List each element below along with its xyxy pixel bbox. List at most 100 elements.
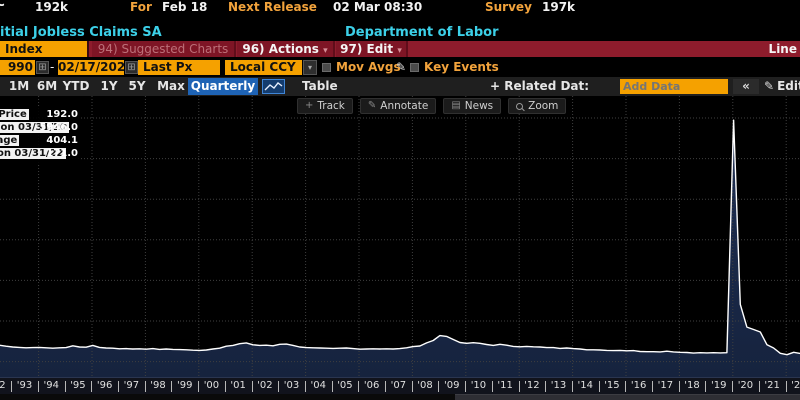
legend-value: 404.1 [46, 135, 78, 147]
period-tab-bar: 1M6MYTD1Y5YMax Quarterly ▼ Table + Relat… [0, 77, 800, 96]
period-button-max[interactable]: Max [152, 77, 190, 96]
key-events-checkbox[interactable] [410, 63, 419, 72]
legend-row: Low on 03/31/22171.0 [0, 148, 79, 160]
period-button-ytd[interactable]: YTD [58, 77, 94, 96]
scrollbar-thumb[interactable] [455, 394, 800, 400]
edit-button[interactable]: 97) Edit ▾ [336, 41, 408, 57]
magnifier-icon [516, 103, 523, 110]
x-axis-year-label: '02 [252, 378, 279, 394]
legend-label-chip[interactable]: Last Price [0, 109, 29, 120]
table-button[interactable]: Table [302, 77, 338, 96]
collapse-panel-button[interactable]: « [733, 79, 759, 94]
x-axis-year-label: '00 [198, 378, 225, 394]
key-events-label[interactable]: Key Events [424, 60, 499, 75]
for-date: Feb 18 [162, 0, 207, 14]
x-axis-year-label: '19 [705, 378, 732, 394]
survey-value: 197k [542, 0, 575, 14]
period-button-5y[interactable]: 5Y [122, 77, 152, 96]
jobless-claims-area-chart[interactable] [0, 96, 800, 377]
crosshair-icon: + [305, 99, 313, 113]
index-button[interactable]: Index [0, 41, 89, 57]
date-to-field[interactable]: 02/17/2023 [58, 60, 124, 75]
x-axis-year-label: '05 [332, 378, 359, 394]
period-button-1m[interactable]: 1M [4, 77, 34, 96]
x-axis-year-label: '18 [679, 378, 706, 394]
x-axis-year-label: '12 [519, 378, 546, 394]
legend-row: Average 404.1 [0, 135, 79, 147]
legend-row: High on 03/31/205946.0 [0, 122, 79, 134]
x-axis-year-label: '21 [759, 378, 786, 394]
legend-value: 192.0 [46, 109, 78, 121]
x-axis-year-label: '20 [732, 378, 759, 394]
date-range-separator: - [50, 60, 54, 74]
x-axis-year-label: '10 [465, 378, 492, 394]
x-axis-year-label: '92 [0, 378, 11, 394]
mov-avgs-checkbox[interactable] [322, 63, 331, 72]
related-data-label[interactable]: + Related Dat: [490, 77, 589, 96]
zoom-button[interactable]: Zoom [508, 98, 566, 114]
menu-bar: Index 94) Suggested Charts 96) Actions ▾… [0, 41, 800, 57]
x-axis-year-label: '11 [492, 378, 519, 394]
frequency-select[interactable]: Quarterly ▼ [188, 78, 258, 95]
x-axis-year-label: '08 [412, 378, 439, 394]
chart-toolbar: +Track ✎Annotate ▤News Zoom [297, 98, 566, 114]
x-axis-year-label: '07 [385, 378, 412, 394]
mov-avgs-label[interactable]: Mov Avgs [336, 60, 401, 75]
x-axis-year-label: '95 [65, 378, 92, 394]
legend-value: 171.0 [46, 148, 78, 160]
price-field-select[interactable]: Last Px [138, 60, 220, 75]
x-axis-year-label: '96 [91, 378, 118, 394]
security-name: itial Jobless Claims SA [0, 25, 162, 40]
x-axis-year-label: '09 [438, 378, 465, 394]
x-axis-year-label: '15 [599, 378, 626, 394]
x-axis-year-label: '98 [145, 378, 172, 394]
chevron-down-icon: ▾ [397, 46, 402, 56]
horizontal-scrollbar[interactable] [0, 394, 800, 400]
x-axis-year-label: '14 [572, 378, 599, 394]
legend-value: 5946.0 [39, 122, 78, 134]
cropped-char: C [0, 0, 5, 9]
date-from-field[interactable]: 990 [0, 60, 35, 75]
x-axis-year-label: '06 [358, 378, 385, 394]
release-info-bar: C 192k For Feb 18 Next Release 02 Mar 08… [0, 0, 800, 15]
legend-label-chip[interactable]: Average [0, 135, 19, 146]
next-release-label: Next Release [228, 0, 317, 14]
x-axis-year-label: '03 [278, 378, 305, 394]
period-button-1y[interactable]: 1Y [94, 77, 124, 96]
legend-row: Last Price 192.0 [0, 109, 79, 121]
x-axis-year-label: '97 [118, 378, 145, 394]
currency-dropdown-arrow[interactable]: ▾ [303, 60, 317, 75]
pencil-icon: ✎ [368, 99, 376, 113]
security-source: Department of Labor [345, 25, 499, 40]
x-axis-year-label: '94 [38, 378, 65, 394]
security-name-bar: itial Jobless Claims SA Department of La… [0, 25, 800, 41]
bloomberg-terminal-window: C 192k For Feb 18 Next Release 02 Mar 08… [0, 0, 800, 400]
chart-legend: Last Price 192.0High on 03/31/205946.0Ave… [0, 107, 81, 163]
x-axis-year-label: '99 [171, 378, 198, 394]
track-button[interactable]: +Track [297, 98, 353, 114]
chart-type-label: Line [769, 41, 797, 57]
chart-plot-area[interactable]: +Track ✎Annotate ▤News Zoom Last Price 192.0… [0, 96, 800, 377]
calendar-icon[interactable]: ⊞ [36, 61, 49, 74]
news-button[interactable]: ▤News [443, 98, 501, 114]
field-bar: 990 ⊞ - 02/17/2023 ⊞ Last Px Local CCY ▾… [0, 58, 800, 77]
calendar-icon[interactable]: ⊞ [125, 61, 138, 74]
x-axis-year-label: '93 [11, 378, 38, 394]
chevron-down-icon: ▾ [323, 46, 328, 56]
x-axis-year-label: '22 [786, 378, 800, 394]
suggested-charts-button[interactable]: 94) Suggested Charts [92, 41, 236, 57]
for-label: For [130, 0, 152, 14]
survey-label: Survey [485, 0, 532, 14]
edit-chart-button[interactable]: ✎Edit [764, 77, 800, 96]
actions-button[interactable]: 96) Actions ▾ [237, 41, 335, 57]
x-axis-year-label: '13 [545, 378, 572, 394]
add-data-input[interactable] [620, 79, 728, 94]
next-release-value: 02 Mar 08:30 [333, 0, 422, 14]
annotate-button[interactable]: ✎Annotate [360, 98, 436, 114]
line-chart-icon-button[interactable] [262, 79, 285, 94]
x-axis-year-label: '16 [625, 378, 652, 394]
last-value: 192k [35, 0, 68, 14]
currency-select[interactable]: Local CCY [225, 60, 302, 75]
x-axis-year-label: '17 [652, 378, 679, 394]
pencil-icon[interactable]: ✎ [396, 60, 406, 75]
